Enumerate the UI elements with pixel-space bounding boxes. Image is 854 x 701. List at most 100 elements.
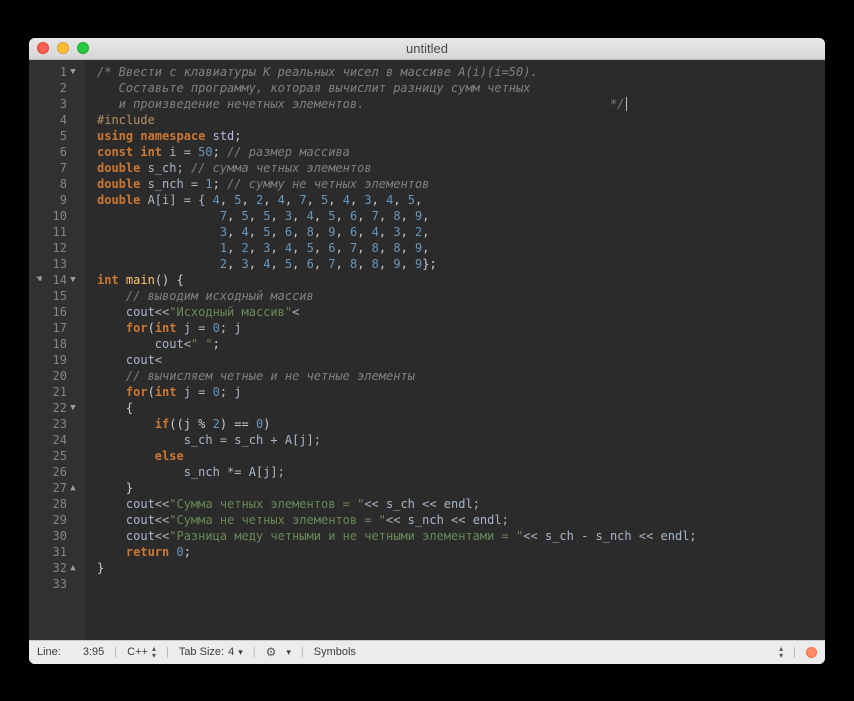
line-number: 32 — [45, 560, 67, 576]
minimize-icon[interactable] — [57, 42, 69, 54]
language-selector[interactable]: C++ ▴▾ — [127, 645, 156, 659]
gutter-row[interactable]: 27▲ — [29, 480, 85, 496]
gutter-row[interactable]: 21 — [29, 384, 85, 400]
gutter-row[interactable]: 18 — [29, 336, 85, 352]
gutter-row[interactable]: 25 — [29, 448, 85, 464]
titlebar[interactable]: untitled — [29, 38, 825, 60]
gutter-row[interactable]: 3 — [29, 96, 85, 112]
gutter-row[interactable]: 10 — [29, 208, 85, 224]
code-content[interactable]: /* Ввести с клавиатуры K реальных чисел … — [85, 60, 825, 640]
close-icon[interactable] — [37, 42, 49, 54]
gutter-row[interactable]: 9 — [29, 192, 85, 208]
code-line[interactable]: s_nch *= A[j]; — [97, 464, 825, 480]
stepper-icon[interactable]: ▴▾ — [779, 645, 783, 659]
gutter-row[interactable]: 7 — [29, 160, 85, 176]
line-gutter[interactable]: 1▼2345678910111213☚14▼1516171819202122▼2… — [29, 60, 85, 640]
code-line[interactable]: for(int j = 0; j — [97, 384, 825, 400]
gutter-row[interactable]: 31 — [29, 544, 85, 560]
gutter-row[interactable]: 11 — [29, 224, 85, 240]
code-line[interactable]: // вычисляем четные и не четные элементы — [97, 368, 825, 384]
bookmark-icon: ☚ — [33, 272, 45, 288]
gutter-row[interactable]: 20 — [29, 368, 85, 384]
code-line[interactable]: и произведение нечетных элементов. */ — [97, 96, 825, 112]
gutter-row[interactable]: 8 — [29, 176, 85, 192]
gutter-row[interactable]: 33 — [29, 576, 85, 592]
code-line[interactable]: double s_ch; // сумма четных элементов — [97, 160, 825, 176]
code-line[interactable]: cout<<"Сумма четных элементов = "<< s_ch… — [97, 496, 825, 512]
tabsize-selector[interactable]: Tab Size: 4 ▾ — [179, 646, 243, 658]
code-line[interactable]: cout< — [97, 352, 825, 368]
code-line[interactable]: double A[i] = { 4, 5, 2, 4, 7, 5, 4, 3, … — [97, 192, 825, 208]
code-line[interactable] — [97, 576, 825, 592]
fold-icon[interactable]: ▼ — [67, 64, 79, 80]
code-line[interactable]: } — [97, 560, 825, 576]
code-line[interactable]: /* Ввести с клавиатуры K реальных чисел … — [97, 64, 825, 80]
gutter-row[interactable]: 30 — [29, 528, 85, 544]
gutter-row[interactable]: 1▼ — [29, 64, 85, 80]
line-number: 27 — [45, 480, 67, 496]
record-indicator-icon[interactable] — [806, 647, 817, 658]
gutter-row[interactable]: 17 — [29, 320, 85, 336]
code-line[interactable]: Составьте программу, которая вычислит ра… — [97, 80, 825, 96]
line-number: 21 — [45, 384, 67, 400]
code-line[interactable]: #include — [97, 112, 825, 128]
code-line[interactable]: // выводим исходный массив — [97, 288, 825, 304]
gutter-row[interactable]: 16 — [29, 304, 85, 320]
cursor-position[interactable]: 3:95 — [83, 646, 104, 658]
gutter-row[interactable]: 26 — [29, 464, 85, 480]
gutter-row[interactable]: 4 — [29, 112, 85, 128]
fold-icon[interactable]: ▼ — [67, 272, 79, 288]
code-line[interactable]: using namespace std; — [97, 128, 825, 144]
language-label: C++ — [127, 646, 148, 658]
gutter-row[interactable]: 12 — [29, 240, 85, 256]
fold-icon[interactable]: ▲ — [67, 560, 79, 576]
gutter-row[interactable]: 23 — [29, 416, 85, 432]
code-line[interactable]: 7, 5, 5, 3, 4, 5, 6, 7, 8, 9, — [97, 208, 825, 224]
fold-icon[interactable]: ▼ — [67, 400, 79, 416]
code-line[interactable]: else — [97, 448, 825, 464]
gutter-row[interactable]: 24 — [29, 432, 85, 448]
symbols-button[interactable]: Symbols — [314, 646, 356, 658]
line-number: 5 — [45, 128, 67, 144]
gutter-row[interactable]: 19 — [29, 352, 85, 368]
line-number: 30 — [45, 528, 67, 544]
code-line[interactable]: int main() { — [97, 272, 825, 288]
stepper-icon: ▴▾ — [152, 645, 156, 659]
gear-icon[interactable]: ⚙ — [266, 645, 277, 659]
code-line[interactable]: 1, 2, 3, 4, 5, 6, 7, 8, 8, 9, — [97, 240, 825, 256]
code-line[interactable]: cout<<"Исходный массив"< — [97, 304, 825, 320]
code-line[interactable]: for(int j = 0; j — [97, 320, 825, 336]
code-line[interactable]: if((j % 2) == 0) — [97, 416, 825, 432]
gutter-row[interactable]: 22▼ — [29, 400, 85, 416]
gutter-row[interactable]: 28 — [29, 496, 85, 512]
gutter-row[interactable]: 15 — [29, 288, 85, 304]
code-line[interactable]: return 0; — [97, 544, 825, 560]
code-line[interactable]: cout<<"Разница меду четными и не четными… — [97, 528, 825, 544]
gutter-row[interactable]: 2 — [29, 80, 85, 96]
gutter-row[interactable]: 6 — [29, 144, 85, 160]
gutter-row[interactable]: 29 — [29, 512, 85, 528]
code-line[interactable]: double s_nch = 1; // сумму не четных эле… — [97, 176, 825, 192]
zoom-icon[interactable] — [77, 42, 89, 54]
code-line[interactable]: { — [97, 400, 825, 416]
gutter-row[interactable]: 32▲ — [29, 560, 85, 576]
code-line[interactable]: cout<" "; — [97, 336, 825, 352]
gutter-row[interactable]: ☚14▼ — [29, 272, 85, 288]
fold-icon[interactable]: ▲ — [67, 480, 79, 496]
line-number: 15 — [45, 288, 67, 304]
code-line[interactable]: const int i = 50; // размер массива — [97, 144, 825, 160]
gutter-row[interactable]: 5 — [29, 128, 85, 144]
line-number: 29 — [45, 512, 67, 528]
code-line[interactable]: 2, 3, 4, 5, 6, 7, 8, 8, 9, 9}; — [97, 256, 825, 272]
code-line[interactable]: 3, 4, 5, 6, 8, 9, 6, 4, 3, 2, — [97, 224, 825, 240]
code-line[interactable]: cout<<"Сумма не четных элементов = "<< s… — [97, 512, 825, 528]
gutter-row[interactable]: 13 — [29, 256, 85, 272]
line-number: 28 — [45, 496, 67, 512]
line-number: 11 — [45, 224, 67, 240]
editor-area[interactable]: 1▼2345678910111213☚14▼1516171819202122▼2… — [29, 60, 825, 640]
chevron-down-icon[interactable]: ▾ — [286, 648, 291, 657]
code-line[interactable]: s_ch = s_ch + A[j]; — [97, 432, 825, 448]
editor-window: untitled 1▼2345678910111213☚14▼151617181… — [29, 38, 825, 664]
code-line[interactable]: } — [97, 480, 825, 496]
status-bar: Line: 3:95 | C++ ▴▾ | Tab Size: 4 ▾ | ⚙ … — [29, 640, 825, 664]
